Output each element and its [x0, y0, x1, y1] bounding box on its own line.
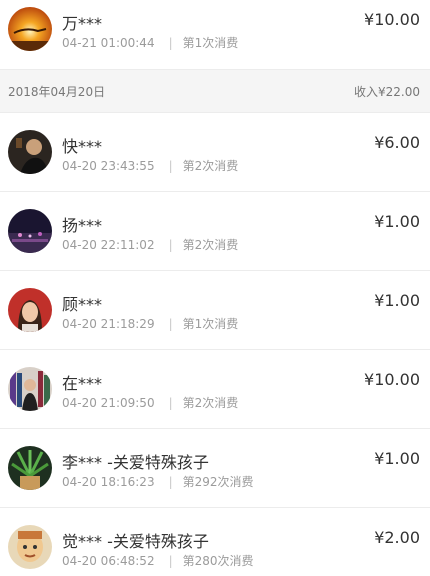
payer-name: 觉*** -关爱特殊孩子 [62, 532, 209, 551]
payment-amount: ¥2.00 [374, 528, 420, 547]
payer-name: 扬*** [62, 216, 103, 235]
list-item[interactable]: 快*** ¥6.00 04-20 23:43:55 | 第2次消费 [0, 113, 430, 192]
meta-separator: | [168, 475, 173, 489]
group-date: 2018年04月20日 [8, 85, 106, 99]
meta-separator: | [168, 554, 173, 568]
payment-meta: 04-20 18:16:23 | 第292次消费 [62, 473, 254, 490]
payment-amount: ¥10.00 [364, 370, 420, 389]
night-city-avatar [8, 209, 52, 253]
payment-amount: ¥1.00 [374, 212, 420, 231]
meta-separator: | [168, 396, 173, 410]
payment-amount: ¥1.00 [374, 291, 420, 310]
purchase-count: 第280次消费 [182, 554, 254, 568]
payer-name: 李*** -关爱特殊孩子 [62, 453, 209, 472]
payment-meta: 04-20 06:48:52 | 第280次消费 [62, 552, 254, 569]
meta-separator: | [168, 36, 173, 50]
woman-portrait-avatar [8, 288, 52, 332]
payer-name: 在*** [62, 374, 103, 393]
payment-amount: ¥6.00 [374, 133, 420, 152]
payer-name: 万*** [62, 14, 103, 33]
payment-amount: ¥10.00 [364, 10, 420, 29]
purchase-count: 第1次消费 [182, 36, 239, 50]
payment-time: 04-20 22:11:02 [62, 238, 155, 252]
payment-meta: 04-20 22:11:02 | 第2次消费 [62, 236, 238, 253]
payment-meta: 04-20 21:18:29 | 第1次消费 [62, 315, 238, 332]
payer-name: 快*** [62, 137, 103, 156]
list-item[interactable]: 觉*** -关爱特殊孩子 ¥2.00 04-20 06:48:52 | 第280次消… [0, 508, 430, 576]
purchase-count: 第292次消费 [182, 475, 254, 489]
payment-time: 04-20 21:09:50 [62, 396, 155, 410]
purchase-count: 第2次消费 [182, 396, 239, 410]
date-group-header: 2018年04月20日 收入¥22.00 [0, 69, 430, 113]
purchase-count: 第2次消费 [182, 238, 239, 252]
sunset-avatar [8, 7, 52, 51]
group-income: 收入¥22.00 [354, 85, 420, 99]
meta-separator: | [168, 238, 173, 252]
list-item[interactable]: 在*** ¥10.00 04-20 21:09:50 | 第2次消费 [0, 350, 430, 429]
payment-time: 04-20 18:16:23 [62, 475, 155, 489]
payment-meta: 04-21 01:00:44 | 第1次消费 [62, 34, 238, 51]
purchase-count: 第2次消费 [182, 159, 239, 173]
dark-portrait-avatar [8, 130, 52, 174]
plant-avatar [8, 446, 52, 490]
payment-amount: ¥1.00 [374, 449, 420, 468]
meta-separator: | [168, 317, 173, 331]
list-item[interactable]: 万*** ¥10.00 04-21 01:00:44 | 第1次消费 [0, 0, 430, 69]
list-item[interactable]: 扬*** ¥1.00 04-20 22:11:02 | 第2次消费 [0, 192, 430, 271]
payment-meta: 04-20 21:09:50 | 第2次消费 [62, 394, 238, 411]
payer-name: 顾*** [62, 295, 103, 314]
payment-time: 04-20 21:18:29 [62, 317, 155, 331]
list-item[interactable]: 李*** -关爱特殊孩子 ¥1.00 04-20 18:16:23 | 第292次消… [0, 429, 430, 508]
cartoon-avatar [8, 525, 52, 569]
payment-time: 04-20 06:48:52 [62, 554, 155, 568]
payment-meta: 04-20 23:43:55 | 第2次消费 [62, 157, 238, 174]
purchase-count: 第1次消费 [182, 317, 239, 331]
payment-time: 04-20 23:43:55 [62, 159, 155, 173]
payment-time: 04-21 01:00:44 [62, 36, 155, 50]
meta-separator: | [168, 159, 173, 173]
bookshelf-avatar [8, 367, 52, 411]
list-item[interactable]: 顾*** ¥1.00 04-20 21:18:29 | 第1次消费 [0, 271, 430, 350]
